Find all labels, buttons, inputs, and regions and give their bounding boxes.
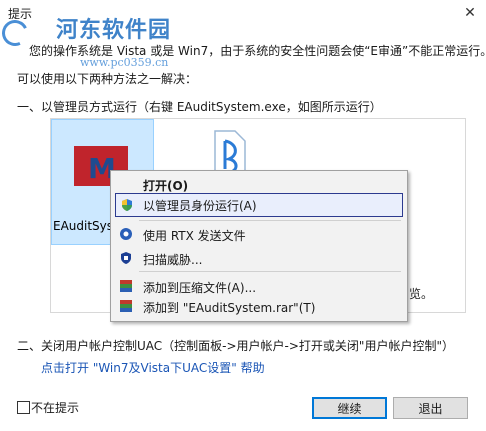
menu-item-run-as-admin[interactable]: 以管理员身份运行(A) bbox=[115, 193, 403, 217]
method2-heading: 二、关闭用户帐户控制UAC（控制面板->用户帐户->打开或关闭"用户帐户控制"） bbox=[17, 339, 454, 353]
defender-icon bbox=[121, 252, 131, 264]
dont-show-checkbox[interactable] bbox=[17, 401, 30, 414]
archive-icon bbox=[120, 300, 132, 312]
menu-item-label: 打开(O) bbox=[143, 179, 189, 193]
archive-icon bbox=[120, 280, 132, 292]
menu-item-rtx-send[interactable]: 使用 RTX 发送文件 bbox=[111, 223, 407, 245]
close-button[interactable]: ✕ bbox=[454, 0, 486, 26]
context-menu: 打开(O) 以管理员身份运行(A) 使用 RTX 发送文件 扫描威胁... 添加… bbox=[110, 170, 408, 322]
file-label: EAuditSys bbox=[53, 219, 114, 233]
intro-line-2: 可以使用以下两种方法之一解决： bbox=[17, 72, 198, 86]
panel-trailing-text: 览。 bbox=[409, 287, 434, 301]
menu-item-label: 添加到 "EAuditSystem.rar"(T) bbox=[143, 301, 316, 315]
menu-item-label: 扫描威胁... bbox=[143, 253, 203, 267]
method1-heading: 一、以管理员方式运行（右键 EAuditSystem.exe，如图所示运行） bbox=[17, 100, 382, 114]
menu-item-label: 以管理员身份运行(A) bbox=[143, 199, 257, 213]
rtx-icon bbox=[120, 228, 132, 240]
watermark-name: 河东软件园 bbox=[56, 17, 172, 43]
menu-separator bbox=[139, 271, 401, 272]
menu-item-add-to-rar[interactable]: 添加到 "EAuditSystem.rar"(T) bbox=[111, 295, 407, 317]
shield-icon bbox=[122, 199, 132, 211]
menu-item-add-to-archive[interactable]: 添加到压缩文件(A)... bbox=[111, 275, 407, 297]
menu-item-scan-threats[interactable]: 扫描威胁... bbox=[111, 247, 407, 269]
menu-item-open[interactable]: 打开(O) bbox=[111, 173, 407, 195]
menu-item-label: 使用 RTX 发送文件 bbox=[143, 229, 246, 243]
exit-button[interactable]: 退出 bbox=[393, 397, 468, 419]
dont-show-label[interactable]: 不在提示 bbox=[31, 399, 79, 416]
menu-separator bbox=[139, 220, 401, 221]
continue-button[interactable]: 继续 bbox=[312, 397, 387, 419]
intro-line-1: 您的操作系统是 Vista 或是 Win7，由于系统的安全性问题会使“E审通”不… bbox=[29, 44, 486, 58]
menu-item-label: 添加到压缩文件(A)... bbox=[143, 281, 257, 295]
uac-help-link[interactable]: 点击打开 "Win7及Vista下UAC设置" 帮助 bbox=[41, 359, 265, 376]
